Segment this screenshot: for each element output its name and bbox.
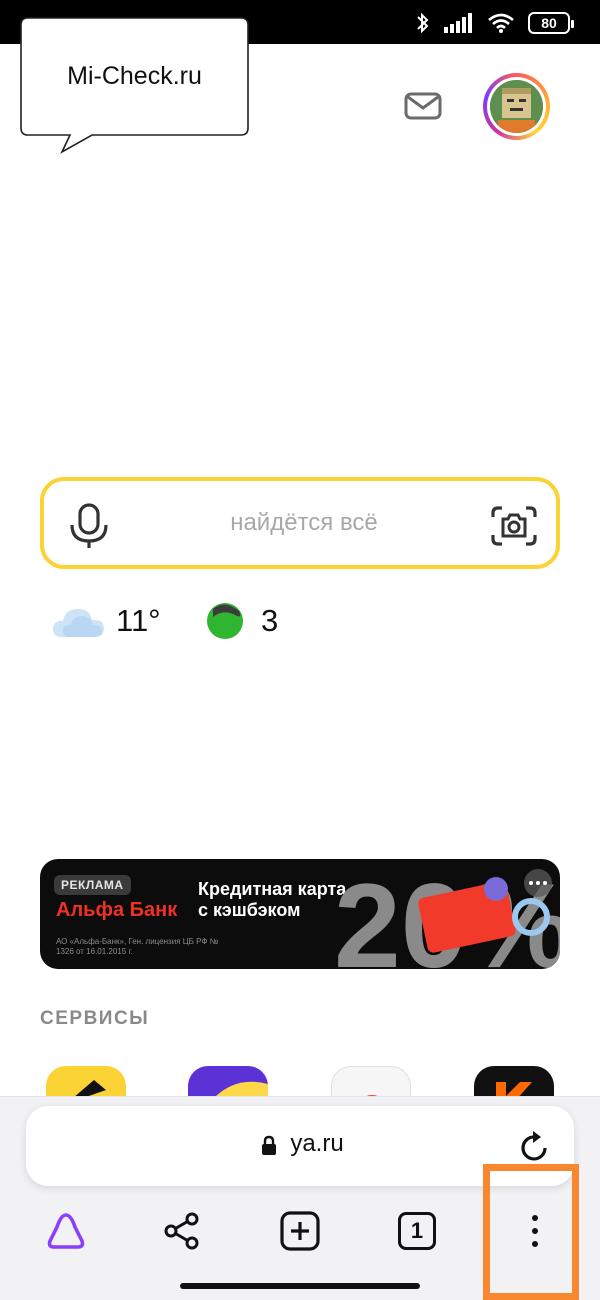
alice-button[interactable] [36, 1206, 96, 1256]
ad-more-button[interactable] [524, 869, 552, 897]
reload-icon[interactable] [520, 1130, 550, 1164]
traffic-light-icon [207, 603, 243, 639]
menu-highlight-frame [483, 1164, 579, 1300]
search-input[interactable] [154, 501, 454, 545]
new-tab-button[interactable] [270, 1206, 330, 1256]
ad-label: РЕКЛАМА [54, 875, 131, 895]
services-heading: СЕРВИСЫ [40, 1008, 150, 1029]
wifi-icon [488, 13, 514, 33]
cloud-icon [52, 609, 104, 637]
share-button[interactable] [152, 1206, 212, 1256]
temperature: 11° [116, 603, 161, 638]
watermark-text: Mi-Check.ru [67, 62, 202, 90]
traffic-score: 3 [261, 603, 279, 638]
home-indicator[interactable] [180, 1283, 420, 1289]
search-bar[interactable] [40, 477, 560, 569]
tabs-count: 1 [410, 1218, 424, 1243]
alice-icon [47, 1213, 85, 1249]
microphone-icon[interactable] [68, 503, 110, 549]
browser-start-page: 80 Mi-Check.ru найдётся всё 11° 3 РЕКЛАМ… [0, 0, 600, 1300]
signal-icon [444, 13, 472, 33]
bluetooth-icon [417, 12, 429, 34]
new-tab-icon [280, 1211, 320, 1251]
traffic-informer[interactable]: 3 [205, 600, 278, 642]
weather-informer[interactable]: 11° [50, 598, 161, 644]
battery-icon: 80 [528, 12, 574, 34]
mail-icon[interactable] [403, 89, 443, 123]
ad-banner[interactable]: РЕКЛАМА Альфа Банк АО «Альфа-Банк», Ген.… [40, 859, 560, 969]
battery-level: 80 [541, 15, 557, 31]
ad-legal-text: АО «Альфа-Банк», Ген. лицензия ЦБ РФ № 1… [56, 937, 219, 956]
share-icon [164, 1212, 199, 1250]
ad-brand: Альфа Банк [56, 899, 178, 921]
tabs-count-icon: 1 [398, 1212, 436, 1250]
watermark-bubble: Mi-Check.ru [20, 17, 249, 154]
url-text: ya.ru [290, 1130, 344, 1157]
tabs-button[interactable]: 1 [387, 1206, 447, 1256]
camera-icon[interactable] [490, 505, 538, 547]
avatar-image [490, 80, 543, 133]
avatar[interactable] [483, 73, 550, 140]
